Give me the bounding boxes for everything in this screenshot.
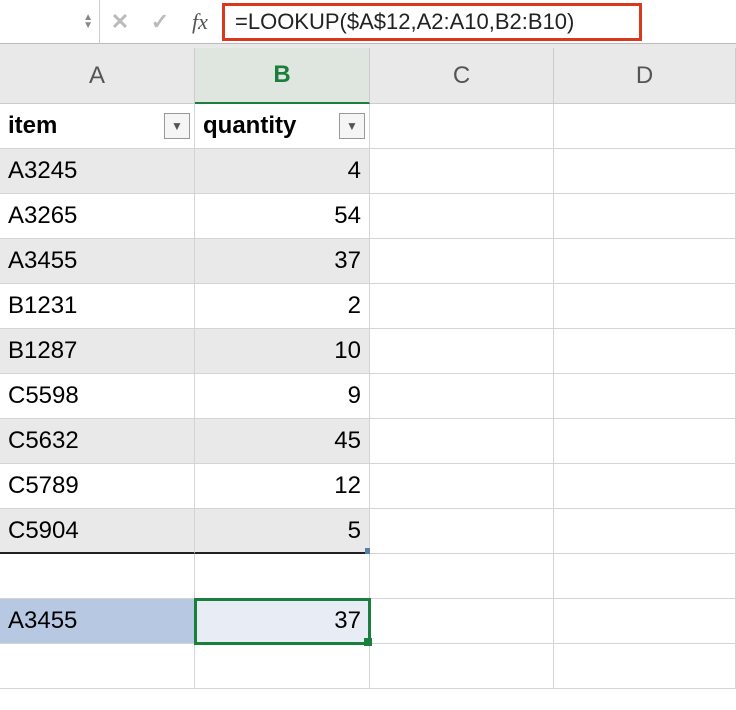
cell-empty[interactable] <box>370 374 554 419</box>
fill-handle-icon[interactable] <box>364 638 372 646</box>
lookup-key-cell[interactable]: A3455 <box>0 599 195 644</box>
cell-empty[interactable] <box>554 239 736 284</box>
chevron-down-icon: ▼ <box>346 119 358 133</box>
fx-label[interactable]: fx <box>180 0 220 43</box>
lookup-row: A3455 37 <box>0 599 736 644</box>
cell-item[interactable]: C5904 <box>0 509 195 554</box>
lookup-result-cell[interactable]: 37 <box>195 599 370 644</box>
header-quantity-label: quantity <box>203 112 296 140</box>
close-icon: ✕ <box>111 9 129 35</box>
table-row <box>0 554 736 599</box>
table-row: B1231 2 <box>0 284 736 329</box>
cell-empty[interactable] <box>554 419 736 464</box>
col-header-C[interactable]: C <box>370 48 554 104</box>
cell-item[interactable]: A3265 <box>0 194 195 239</box>
table-row <box>0 644 736 689</box>
formula-input-wrap: =LOOKUP($A$12,A2:A10,B2:B10) <box>220 0 736 43</box>
cell-item[interactable]: C5789 <box>0 464 195 509</box>
cell-quantity[interactable]: 2 <box>195 284 370 329</box>
table-row: C5904 5 <box>0 509 736 554</box>
cell-item[interactable]: C5598 <box>0 374 195 419</box>
cell-quantity[interactable]: 5 <box>195 509 370 554</box>
cell-empty[interactable] <box>0 644 195 689</box>
col-header-A[interactable]: A <box>0 48 195 104</box>
cell-quantity[interactable]: 54 <box>195 194 370 239</box>
cell-empty[interactable] <box>370 239 554 284</box>
cell-empty[interactable] <box>370 464 554 509</box>
cell-empty[interactable] <box>554 149 736 194</box>
table-row: A3245 4 <box>0 149 736 194</box>
table-row: C5789 12 <box>0 464 736 509</box>
table-row: A3265 54 <box>0 194 736 239</box>
cell-empty[interactable] <box>0 554 195 599</box>
cell-empty[interactable] <box>370 509 554 554</box>
cell-quantity[interactable]: 4 <box>195 149 370 194</box>
cell-empty[interactable] <box>554 599 736 644</box>
cell-empty[interactable] <box>554 554 736 599</box>
cell-item[interactable]: B1287 <box>0 329 195 374</box>
table-header-row: item ▼ quantity ▼ <box>0 104 736 149</box>
cell-empty[interactable] <box>554 284 736 329</box>
cell-item[interactable]: A3245 <box>0 149 195 194</box>
spreadsheet-grid[interactable]: item ▼ quantity ▼ A3245 4 A3265 54 A3455… <box>0 104 736 689</box>
cell-quantity[interactable]: 10 <box>195 329 370 374</box>
cell-empty[interactable] <box>195 644 370 689</box>
cell-empty[interactable] <box>554 644 736 689</box>
cell-empty[interactable] <box>370 644 554 689</box>
header-item[interactable]: item ▼ <box>0 104 195 149</box>
cell-empty[interactable] <box>370 194 554 239</box>
table-row: B1287 10 <box>0 329 736 374</box>
name-box[interactable]: ▲ ▼ <box>0 0 100 43</box>
cell-empty[interactable] <box>370 599 554 644</box>
cell-empty[interactable] <box>554 374 736 419</box>
cell-item[interactable]: B1231 <box>0 284 195 329</box>
cell-empty[interactable] <box>554 329 736 374</box>
cell-empty[interactable] <box>370 104 554 149</box>
accept-button[interactable]: ✓ <box>140 0 180 43</box>
cell-empty[interactable] <box>370 419 554 464</box>
cell-empty[interactable] <box>370 284 554 329</box>
cell-quantity[interactable]: 12 <box>195 464 370 509</box>
chevron-down-icon: ▼ <box>171 119 183 133</box>
cell-empty[interactable] <box>554 464 736 509</box>
col-header-B[interactable]: B <box>195 48 370 104</box>
header-item-label: item <box>8 112 57 140</box>
column-headers: A B C D <box>0 44 736 104</box>
cell-empty[interactable] <box>370 149 554 194</box>
cell-quantity[interactable]: 9 <box>195 374 370 419</box>
filter-item-button[interactable]: ▼ <box>164 113 190 139</box>
cell-empty[interactable] <box>370 329 554 374</box>
cell-empty[interactable] <box>554 194 736 239</box>
cell-item[interactable]: A3455 <box>0 239 195 284</box>
formula-input[interactable]: =LOOKUP($A$12,A2:A10,B2:B10) <box>222 3 642 41</box>
cancel-button[interactable]: ✕ <box>100 0 140 43</box>
cell-empty[interactable] <box>195 554 370 599</box>
col-header-D[interactable]: D <box>554 48 736 104</box>
table-row: C5632 45 <box>0 419 736 464</box>
cell-quantity[interactable]: 45 <box>195 419 370 464</box>
cell-empty[interactable] <box>554 509 736 554</box>
table-row: C5598 9 <box>0 374 736 419</box>
name-box-spinner[interactable]: ▲ ▼ <box>83 14 93 30</box>
header-quantity[interactable]: quantity ▼ <box>195 104 370 149</box>
cell-item[interactable]: C5632 <box>0 419 195 464</box>
cell-empty[interactable] <box>370 554 554 599</box>
table-row: A3455 37 <box>0 239 736 284</box>
check-icon: ✓ <box>151 9 169 35</box>
cell-quantity[interactable]: 37 <box>195 239 370 284</box>
filter-quantity-button[interactable]: ▼ <box>339 113 365 139</box>
cell-empty[interactable] <box>554 104 736 149</box>
spinner-down-icon[interactable]: ▼ <box>83 22 93 30</box>
formula-bar: ▲ ▼ ✕ ✓ fx =LOOKUP($A$12,A2:A10,B2:B10) <box>0 0 736 44</box>
